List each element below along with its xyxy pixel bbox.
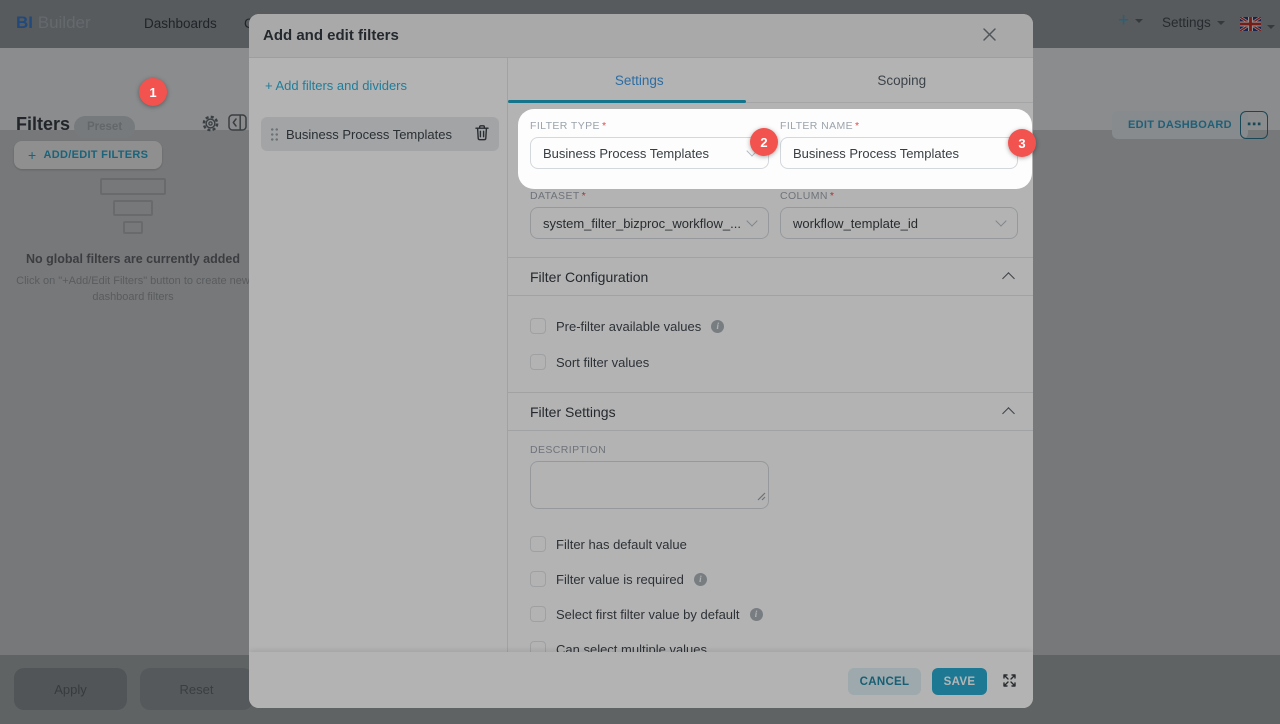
- settings-gear-button[interactable]: [201, 114, 220, 136]
- filter-name-field-wrap: [780, 137, 1018, 169]
- tab-scoping[interactable]: Scoping: [771, 58, 1034, 102]
- save-button[interactable]: SAVE: [932, 668, 987, 695]
- checkbox-row: Filter value is required i: [530, 571, 707, 587]
- ellipsis-icon: ⋯: [1247, 116, 1262, 133]
- checkbox-row: Sort filter values: [530, 354, 649, 370]
- modal-footer: CANCEL SAVE: [249, 652, 1033, 708]
- plus-icon: +: [28, 147, 36, 163]
- filter-type-select[interactable]: Business Process Templates: [530, 137, 769, 169]
- edit-dashboard-button[interactable]: EDIT DASHBOARD: [1112, 111, 1248, 139]
- modal-title: Add and edit filters: [263, 27, 399, 44]
- gear-icon: [201, 121, 220, 136]
- required-asterisk: *: [855, 120, 860, 132]
- chevron-down-icon: [995, 215, 1006, 226]
- info-icon[interactable]: i: [750, 608, 763, 621]
- empty-state-caption: Click on "+Add/Edit Filters" button to c…: [8, 274, 258, 306]
- drag-handle-icon[interactable]: [270, 127, 279, 141]
- required-asterisk: *: [830, 190, 835, 202]
- filter-name-input[interactable]: [780, 137, 1018, 169]
- modal-tabs: Settings Scoping: [508, 58, 1033, 103]
- add-edit-filters-button[interactable]: + ADD/EDIT FILTERS: [14, 141, 162, 169]
- divider: [508, 295, 1033, 296]
- select-first-value-checkbox[interactable]: [530, 606, 546, 622]
- default-value-checkbox[interactable]: [530, 536, 546, 552]
- checkbox-row: Pre-filter available values i: [530, 318, 724, 334]
- tour-step-badge-1: 1: [139, 78, 167, 106]
- resize-grip-icon[interactable]: [757, 488, 766, 506]
- divider: [508, 392, 1033, 393]
- info-icon[interactable]: i: [711, 320, 724, 333]
- description-label: DESCRIPTION: [530, 444, 606, 456]
- close-icon: [982, 30, 997, 45]
- active-tab-underline: [508, 100, 746, 103]
- reset-button[interactable]: Reset: [140, 668, 253, 710]
- placeholder-rect: [113, 200, 153, 216]
- add-filters-dividers-link[interactable]: + Add filters and dividers: [265, 78, 407, 93]
- logo-bi: BI: [16, 13, 33, 32]
- filter-name-label: FILTER NAME*: [780, 120, 860, 132]
- page-title: Filters: [16, 114, 70, 135]
- topbar-add-menu[interactable]: +: [1118, 10, 1143, 32]
- value-required-checkbox[interactable]: [530, 571, 546, 587]
- description-area-wrap: [530, 461, 769, 509]
- placeholder-rect: [100, 178, 166, 195]
- required-asterisk: *: [602, 120, 607, 132]
- empty-state: No global filters are currently added Cl…: [8, 178, 258, 306]
- expand-icon: [1002, 676, 1017, 691]
- fullscreen-button[interactable]: [1002, 673, 1017, 691]
- tour-step-badge-3: 3: [1008, 129, 1036, 157]
- modal-header: Add and edit filters: [249, 14, 1033, 58]
- close-button[interactable]: [980, 27, 998, 45]
- column-select[interactable]: workflow_template_id: [780, 207, 1018, 239]
- tab-settings[interactable]: Settings: [508, 58, 771, 102]
- filter-list-item-label: Business Process Templates: [286, 127, 474, 142]
- preset-badge: Preset: [74, 116, 135, 138]
- more-options-button[interactable]: ⋯: [1240, 111, 1268, 139]
- add-edit-filters-modal: Add and edit filters + Add filters and d…: [249, 14, 1033, 708]
- topbar-settings-menu[interactable]: Settings: [1162, 15, 1225, 30]
- empty-state-title: No global filters are currently added: [8, 252, 258, 266]
- chevron-down-icon: [746, 215, 757, 226]
- prefilter-checkbox[interactable]: [530, 318, 546, 334]
- required-asterisk: *: [582, 190, 587, 202]
- modal-filter-list: + Add filters and dividers Business Proc…: [249, 58, 508, 652]
- column-label: COLUMN*: [780, 190, 834, 202]
- divider: [508, 257, 1033, 258]
- filter-list-item[interactable]: Business Process Templates: [261, 117, 499, 151]
- checkbox-row: Select first filter value by default i: [530, 606, 763, 622]
- tour-step-badge-2: 2: [750, 128, 778, 156]
- chevron-up-icon[interactable]: [1002, 272, 1015, 285]
- filter-type-label: FILTER TYPE*: [530, 120, 606, 132]
- section-filter-settings[interactable]: Filter Settings: [530, 404, 616, 420]
- apply-button[interactable]: Apply: [14, 668, 127, 710]
- delete-filter-button[interactable]: [474, 124, 490, 144]
- placeholder-rect: [123, 221, 143, 234]
- plus-icon: +: [1118, 10, 1129, 31]
- chevron-down-icon: [1135, 19, 1143, 23]
- chevron-down-icon: [1217, 21, 1225, 25]
- nav-item-dashboards[interactable]: Dashboards: [144, 16, 217, 31]
- uk-flag-icon: [1240, 17, 1261, 36]
- collapse-panel-button[interactable]: [228, 114, 247, 134]
- dataset-label: DATASET*: [530, 190, 586, 202]
- language-menu[interactable]: [1240, 17, 1275, 36]
- dataset-select[interactable]: system_filter_bizproc_workflow_...: [530, 207, 769, 239]
- info-icon[interactable]: i: [694, 573, 707, 586]
- divider: [508, 430, 1033, 431]
- cancel-button[interactable]: CANCEL: [848, 668, 921, 695]
- chevron-up-icon[interactable]: [1002, 407, 1015, 420]
- description-textarea[interactable]: [530, 461, 769, 509]
- collapse-panel-icon: [228, 119, 247, 134]
- app-logo[interactable]: BI Builder: [16, 13, 91, 33]
- checkbox-row: Filter has default value: [530, 536, 687, 552]
- logo-builder: Builder: [38, 13, 91, 32]
- trash-icon: [474, 129, 490, 144]
- section-filter-configuration[interactable]: Filter Configuration: [530, 269, 648, 285]
- chevron-down-icon: [1267, 25, 1275, 29]
- sort-values-checkbox[interactable]: [530, 354, 546, 370]
